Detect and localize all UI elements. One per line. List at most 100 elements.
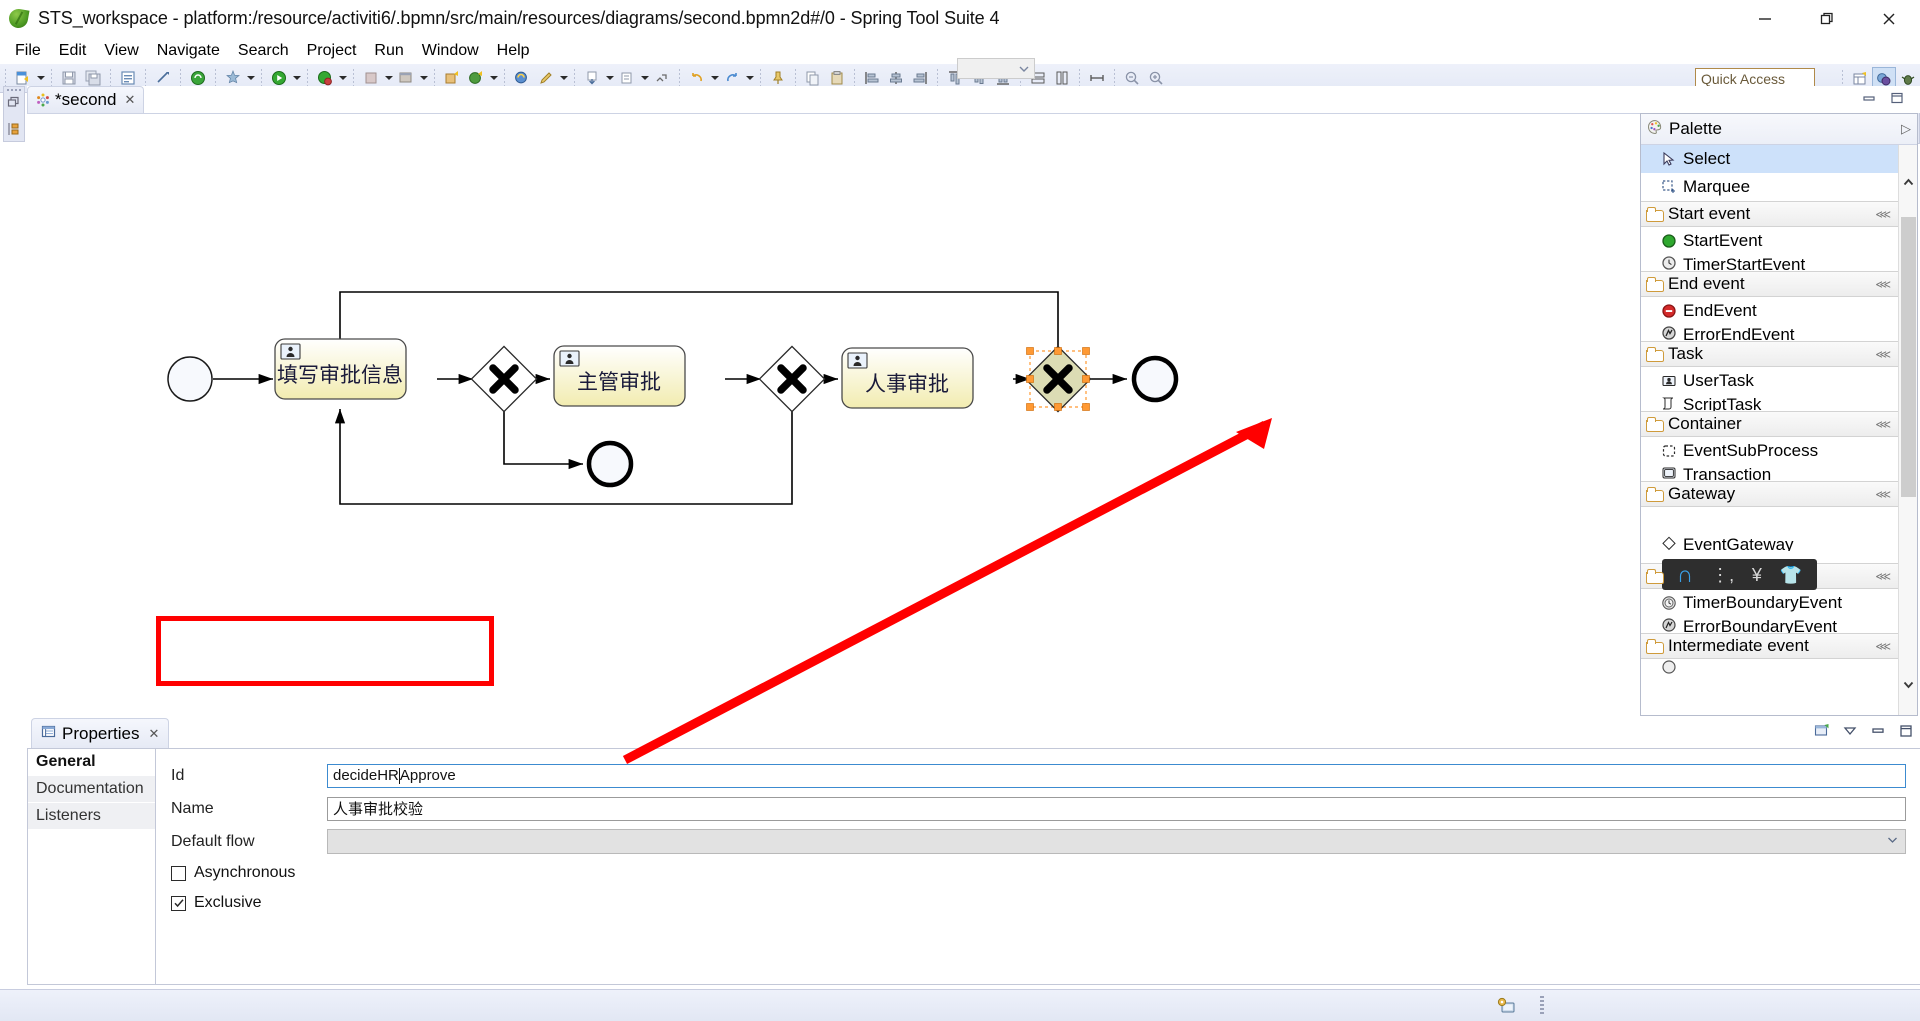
zoom-level-combo[interactable]	[957, 58, 1035, 79]
collapse-icon[interactable]: ⋘	[1875, 278, 1891, 291]
restore-button[interactable]	[1796, 0, 1858, 37]
properties-nav-documentation[interactable]: Documentation	[28, 776, 155, 803]
collapse-icon[interactable]: ⋘	[1875, 570, 1891, 583]
folder-icon	[1646, 569, 1664, 584]
outline-view-icon[interactable]	[7, 122, 21, 141]
folder-icon	[1646, 207, 1664, 222]
properties-tabstrip: Properties ✕	[27, 718, 1920, 748]
close-icon[interactable]: ✕	[148, 726, 159, 742]
palette-item-endevent[interactable]: EndEvent	[1641, 297, 1898, 325]
sts-application-window: STS_workspace - platform:/resource/activ…	[0, 0, 1920, 1021]
collapse-icon[interactable]: ⋘	[1875, 348, 1891, 361]
palette-expand-icon[interactable]: ▷	[1901, 121, 1911, 137]
build-status-icon[interactable]	[1482, 993, 1530, 1018]
maximize-editor-icon[interactable]	[1890, 91, 1904, 110]
properties-nav-general[interactable]: General	[28, 749, 155, 776]
palette-item-scripttask[interactable]: ScriptTask	[1641, 395, 1898, 411]
drag-grip[interactable]	[7, 89, 21, 91]
palette-scrollbar[interactable]	[1898, 145, 1917, 715]
restore-view-icon[interactable]	[1814, 723, 1830, 744]
folder-icon	[1646, 639, 1664, 654]
scrollbar-thumb[interactable]	[1901, 217, 1916, 497]
menu-help[interactable]: Help	[488, 40, 539, 62]
menu-window[interactable]: Window	[413, 40, 488, 62]
palette-tool-marquee[interactable]: Marquee	[1641, 173, 1898, 201]
palette-item-timerboundaryevent[interactable]: TimerBoundaryEvent	[1641, 589, 1898, 617]
toolbar-separator	[854, 69, 855, 87]
palette-item-eventgateway[interactable]: EventGateway	[1641, 535, 1898, 551]
palette-header: Palette ▷	[1641, 114, 1917, 145]
palette-item-timerstartevent[interactable]: TimerStartEvent	[1641, 255, 1898, 271]
minimize-editor-icon[interactable]	[1862, 91, 1876, 110]
collapse-icon[interactable]: ⋘	[1875, 488, 1891, 501]
maximize-icon[interactable]	[1898, 724, 1914, 743]
collapse-icon[interactable]: ⋘	[1875, 640, 1891, 653]
asynchronous-row[interactable]: Asynchronous	[157, 858, 1920, 888]
bpmn-diagram-canvas[interactable]: 填写审批信息 主管审批 人事审批	[27, 113, 1640, 716]
exclusive-row[interactable]: Exclusive	[157, 888, 1920, 918]
toolbar-separator	[180, 69, 181, 87]
menu-navigate[interactable]: Navigate	[148, 40, 229, 62]
exclusive-checkbox[interactable]	[171, 895, 186, 911]
close-button[interactable]	[1858, 0, 1920, 37]
properties-nav-listeners[interactable]: Listeners	[28, 803, 155, 830]
menu-search[interactable]: Search	[229, 40, 298, 62]
toolbar-separator	[434, 69, 435, 87]
close-icon[interactable]: ✕	[124, 92, 135, 108]
name-input[interactable]: 人事审批校验	[327, 796, 1906, 821]
palette-group-end-event[interactable]: End event ⋘	[1641, 271, 1898, 297]
collapse-icon[interactable]: ⋘	[1875, 208, 1891, 221]
toolbar-separator	[261, 69, 262, 87]
minimize-icon[interactable]	[1870, 724, 1886, 743]
menu-run[interactable]: Run	[365, 40, 412, 62]
chevron-down-icon[interactable]	[1886, 833, 1899, 851]
palette-group-task[interactable]: Task ⋘	[1641, 341, 1898, 367]
end-event-icon	[1661, 303, 1677, 319]
timer-start-event-icon	[1661, 255, 1677, 271]
toolbar-separator	[1114, 69, 1115, 87]
activiti-diagram-icon	[36, 93, 50, 107]
palette-item-transaction[interactable]: Transaction	[1641, 465, 1898, 481]
menu-view[interactable]: View	[95, 40, 147, 62]
chevron-down-icon[interactable]	[1014, 59, 1034, 78]
editor-tab-label: *second	[55, 90, 117, 109]
field-row-name: Name 人事审批校验	[157, 792, 1920, 825]
asynchronous-checkbox[interactable]	[171, 865, 186, 881]
menu-file[interactable]: File	[6, 40, 50, 62]
event-subprocess-icon	[1661, 443, 1677, 459]
palette-item-scripttask-label: ScriptTask	[1683, 395, 1762, 411]
collapse-icon[interactable]: ⋘	[1875, 418, 1891, 431]
palette-item-intermediate-partial[interactable]	[1641, 659, 1898, 675]
editor-tab-second[interactable]: *second ✕	[27, 86, 145, 113]
properties-fields: Id decideHR Approve Name 人事审批校验 Default f…	[157, 749, 1920, 984]
default-flow-combo[interactable]	[327, 829, 1906, 854]
id-input[interactable]: decideHR Approve	[327, 763, 1906, 788]
palette-group-start-event[interactable]: Start event ⋘	[1641, 201, 1898, 227]
diagram-node-start-event	[167, 356, 213, 402]
palette-group-intermediate-event[interactable]: Intermediate event ⋘	[1641, 633, 1898, 659]
properties-tab[interactable]: Properties ✕	[31, 718, 170, 748]
view-menu-icon[interactable]	[1842, 724, 1858, 743]
palette-item-eventsubprocess[interactable]: EventSubProcess	[1641, 437, 1898, 465]
toolbar-separator	[795, 69, 796, 87]
palette-group-container[interactable]: Container ⋘	[1641, 411, 1898, 437]
scroll-up-icon[interactable]	[1899, 169, 1917, 195]
status-resize-grip[interactable]	[1540, 996, 1544, 1014]
palette-item-errorboundaryevent[interactable]: ErrorBoundaryEvent	[1641, 617, 1898, 633]
palette-item-startevent[interactable]: StartEvent	[1641, 227, 1898, 255]
menu-project[interactable]: Project	[298, 40, 366, 62]
palette-body: Select Marquee Start event ⋘ StartEvent …	[1641, 145, 1917, 715]
palette-item-errorendevent[interactable]: ErrorEndEvent	[1641, 325, 1898, 341]
scroll-down-icon[interactable]	[1899, 671, 1917, 697]
menu-edit[interactable]: Edit	[50, 40, 96, 62]
user-task-icon	[1661, 373, 1677, 389]
palette-item-usertask[interactable]: UserTask	[1641, 367, 1898, 395]
palette-group-gateway[interactable]: Gateway ⋘	[1641, 481, 1898, 507]
restore-editor-icon[interactable]	[7, 96, 21, 115]
palette-tool-select[interactable]: Select	[1641, 145, 1898, 173]
toolbar-separator	[760, 69, 761, 87]
palette-item-endevent-label: EndEvent	[1683, 301, 1757, 320]
tooltip-glyph-shirt: 👕	[1779, 564, 1803, 585]
minimize-button[interactable]	[1734, 0, 1796, 37]
svg-text:人事审批: 人事审批	[865, 372, 949, 396]
